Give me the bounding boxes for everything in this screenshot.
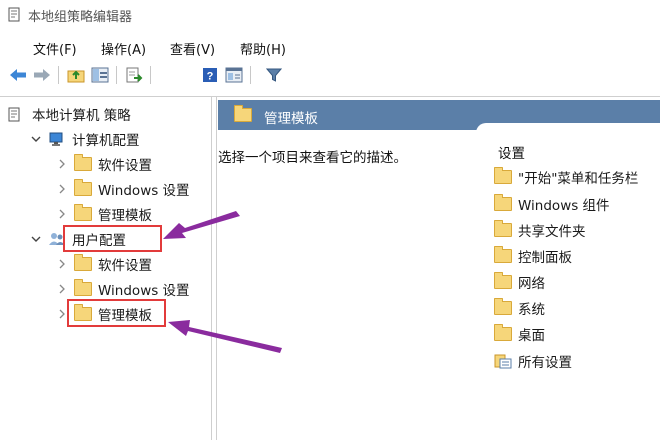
tree-item-label: 软件设置 — [98, 258, 152, 274]
menu-help[interactable]: 帮助(H) — [240, 39, 286, 58]
list-item-shared-folders[interactable]: 共享文件夹 — [494, 219, 586, 241]
details-pane: 管理模板 选择一个项目来查看它的描述。 设置 "开始"菜单和任务栏 Window… — [218, 100, 660, 440]
list-item-network[interactable]: 网络 — [494, 271, 545, 293]
details-header-title: 管理模板 — [264, 111, 318, 127]
title-bar: 本地组策略编辑器 — [0, 0, 660, 30]
folder-icon — [494, 167, 512, 184]
folder-icon — [494, 194, 512, 211]
toolbar: ? — [0, 62, 660, 88]
list-item-desktop[interactable]: 桌面 — [494, 323, 545, 345]
chevron-right-icon[interactable] — [56, 258, 68, 270]
svg-text:?: ? — [207, 71, 214, 83]
up-folder-icon[interactable] — [66, 65, 86, 85]
toolbar-separator — [150, 66, 151, 84]
forward-icon[interactable] — [32, 65, 52, 85]
header-curve — [476, 123, 660, 133]
pane-splitter[interactable] — [211, 97, 212, 440]
list-item-control-panel[interactable]: 控制面板 — [494, 245, 572, 267]
tree-item-user-windows-settings[interactable]: Windows 设置 — [56, 277, 190, 301]
chevron-right-icon[interactable] — [56, 183, 68, 195]
tree-root-label: 本地计算机 策略 — [32, 108, 131, 124]
list-item-label: 桌面 — [518, 328, 545, 344]
list-item-label: 所有设置 — [518, 355, 572, 371]
tree-item-label: Windows 设置 — [98, 283, 190, 299]
highlight-box-user-config — [63, 225, 162, 252]
list-item-windows-components[interactable]: Windows 组件 — [494, 193, 610, 215]
policy-editor-icon — [8, 7, 20, 22]
folder-icon — [494, 272, 512, 289]
settings-column-header[interactable]: 设置 — [498, 142, 525, 162]
folder-icon — [74, 179, 92, 197]
chevron-right-icon[interactable] — [56, 208, 68, 220]
list-item-label: 共享文件夹 — [518, 224, 586, 240]
folder-icon — [74, 254, 92, 272]
folder-icon — [494, 298, 512, 315]
tree-item-label: 计算机配置 — [72, 133, 140, 149]
menu-action[interactable]: 操作(A) — [101, 39, 146, 58]
policy-document-icon — [8, 106, 26, 122]
tree-item-label: 软件设置 — [98, 158, 152, 174]
back-icon[interactable] — [8, 65, 28, 85]
toolbar-divider — [0, 96, 660, 97]
list-item-label: "开始"菜单和任务栏 — [518, 171, 639, 187]
tree-item-windows-settings[interactable]: Windows 设置 — [56, 177, 190, 201]
menu-view[interactable]: 查看(V) — [170, 39, 215, 58]
properties-icon[interactable] — [224, 65, 244, 85]
description-text: 选择一个项目来查看它的描述。 — [218, 150, 407, 166]
tree-item-user-software-settings[interactable]: 软件设置 — [56, 252, 152, 276]
show-hide-tree-icon[interactable] — [90, 65, 110, 85]
folder-icon — [74, 279, 92, 297]
tree-item-admin-templates[interactable]: 管理模板 — [56, 202, 152, 226]
list-item-system[interactable]: 系统 — [494, 297, 545, 319]
window-title: 本地组策略编辑器 — [28, 10, 133, 25]
list-item-label: 系统 — [518, 302, 545, 318]
folder-icon — [74, 154, 92, 172]
highlight-box-admin-templates — [67, 299, 166, 327]
computer-icon — [48, 131, 66, 147]
list-item-label: 控制面板 — [518, 250, 572, 266]
folder-icon — [494, 246, 512, 263]
all-settings-icon — [494, 353, 512, 369]
tree-pane: 本地计算机 策略 计算机配置 软件设置 Windows 设置 管理模板 用户配置 — [0, 100, 210, 440]
toolbar-separator — [116, 66, 117, 84]
chevron-right-icon[interactable] — [56, 158, 68, 170]
list-item-start-menu[interactable]: "开始"菜单和任务栏 — [494, 166, 638, 188]
filter-icon[interactable] — [264, 65, 284, 85]
folder-icon — [494, 220, 512, 237]
tree-root[interactable]: 本地计算机 策略 — [8, 102, 131, 126]
tree-item-label: Windows 设置 — [98, 183, 190, 199]
chevron-down-icon[interactable] — [30, 233, 42, 245]
export-list-icon[interactable] — [124, 65, 144, 85]
toolbar-separator — [58, 66, 59, 84]
folder-icon — [234, 105, 252, 122]
folder-icon — [494, 324, 512, 341]
chevron-right-icon[interactable] — [56, 283, 68, 295]
list-item-label: 网络 — [518, 276, 545, 292]
pane-splitter-edge — [216, 97, 217, 440]
chevron-down-icon[interactable] — [30, 133, 42, 145]
tree-item-label: 管理模板 — [98, 208, 152, 224]
list-item-all-settings[interactable]: 所有设置 — [494, 350, 572, 372]
menu-file[interactable]: 文件(F) — [33, 39, 77, 58]
menu-bar: 文件(F) 操作(A) 查看(V) 帮助(H) — [0, 36, 660, 58]
folder-icon — [74, 204, 92, 222]
toolbar-separator — [250, 66, 251, 84]
tree-item-software-settings[interactable]: 软件设置 — [56, 152, 152, 176]
help-icon[interactable]: ? — [200, 65, 220, 85]
tree-item-computer-config[interactable]: 计算机配置 — [30, 127, 140, 151]
list-item-label: Windows 组件 — [518, 198, 610, 214]
